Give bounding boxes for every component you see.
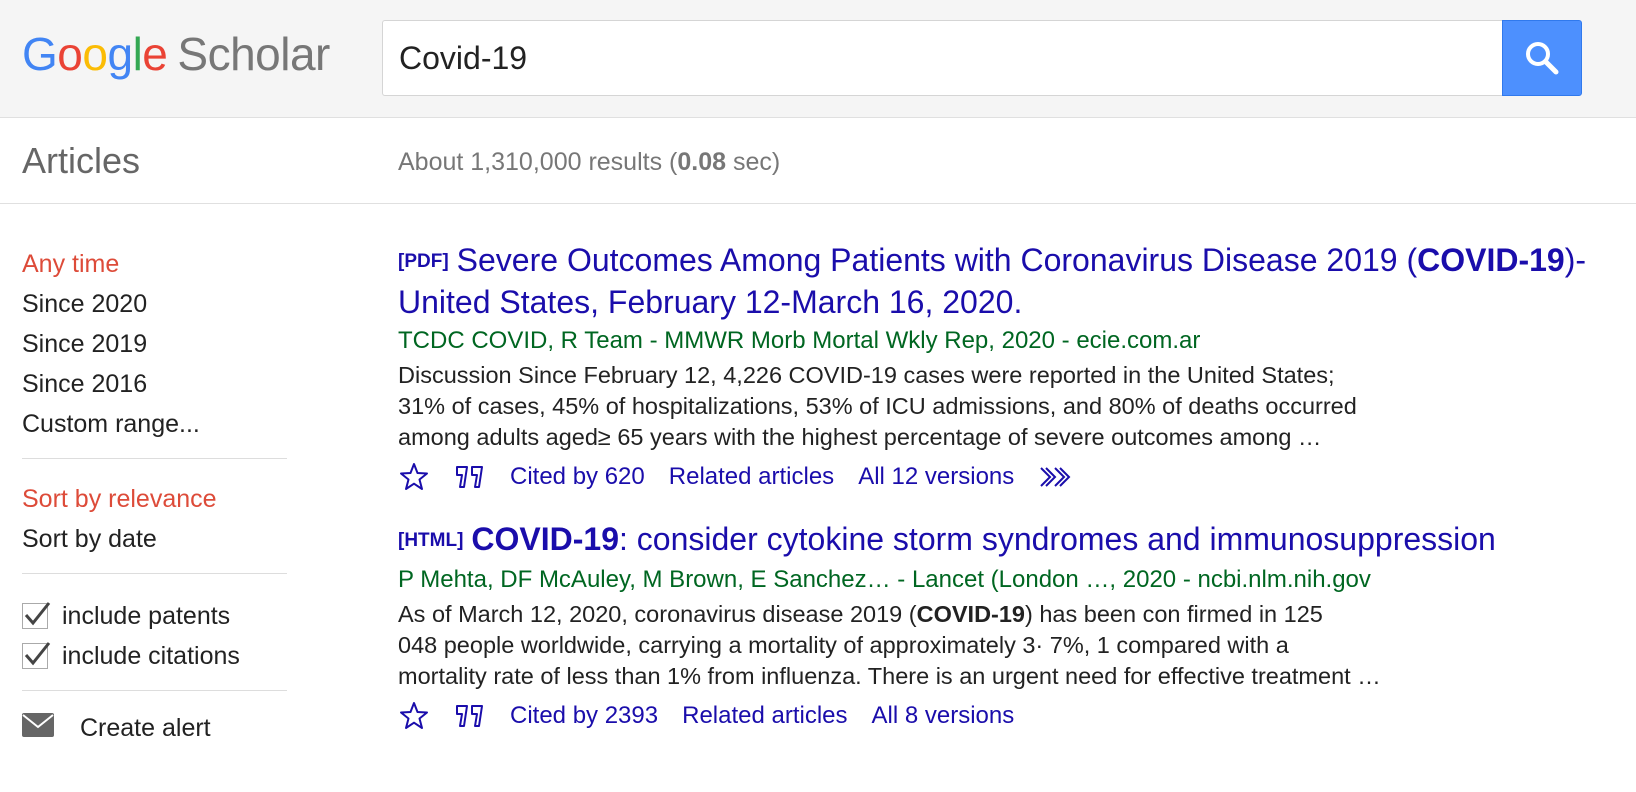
snippet-line: Discussion Since February 12, 4,226 COVI… xyxy=(398,362,1335,388)
results-time: 0.08 xyxy=(677,148,727,176)
save-star-button[interactable] xyxy=(398,700,430,732)
snippet-text: As of March 12, 2020, coronavirus diseas… xyxy=(398,601,917,627)
sort-by-date[interactable]: Sort by date xyxy=(22,519,287,559)
more-button[interactable] xyxy=(1038,465,1072,489)
result-authors-source: P Mehta, DF McAuley, M Brown, E Sanchez…… xyxy=(398,566,1371,593)
save-star-button[interactable] xyxy=(398,461,430,493)
star-icon xyxy=(400,463,428,490)
results-count-prefix: About 1,310,000 results ( xyxy=(398,148,678,176)
snippet-line: As of March 12, 2020, coronavirus diseas… xyxy=(398,599,1438,630)
cite-button[interactable] xyxy=(454,463,486,491)
result-type-tag[interactable]: [PDF] xyxy=(398,251,449,272)
logo-product-name: Scholar xyxy=(177,28,330,80)
result-snippet: As of March 12, 2020, coronavirus diseas… xyxy=(398,599,1438,692)
search-button[interactable] xyxy=(1502,20,1582,96)
result-authors-source: TCDC COVID, R Team - MMWR Morb Mortal Wk… xyxy=(398,327,1201,354)
checkbox-label: include citations xyxy=(62,642,240,670)
time-filter-group: Any time Since 2020 Since 2019 Since 201… xyxy=(22,204,287,459)
checkbox-label: include patents xyxy=(62,602,231,630)
logo-letter: e xyxy=(142,28,168,80)
create-alert-button[interactable]: Create alert xyxy=(22,713,287,744)
logo-letter: l xyxy=(132,28,143,80)
cite-button[interactable] xyxy=(454,702,486,730)
result-type-tag[interactable]: [HTML] xyxy=(398,530,463,551)
result-snippet: Discussion Since February 12, 4,226 COVI… xyxy=(398,360,1438,453)
cited-by-link[interactable]: Cited by 620 xyxy=(510,463,645,491)
results-count-suffix: sec) xyxy=(726,148,781,176)
related-articles-link[interactable]: Related articles xyxy=(682,702,847,730)
quote-icon xyxy=(456,466,483,488)
result-item: [HTML] COVID-19: consider cytokine storm … xyxy=(398,519,1618,734)
quote-icon xyxy=(456,705,483,727)
results-subbar: Articles About 1,310,000 results (0.08 s… xyxy=(0,118,1636,204)
checkmark-icon xyxy=(24,602,51,626)
logo-letter: o xyxy=(57,28,83,80)
result-title-link[interactable]: Severe Outcomes Among Patients with Coro… xyxy=(398,242,1586,320)
sidebar: Any time Since 2020 Since 2019 Since 201… xyxy=(22,204,287,744)
snippet-highlight: COVID-19 xyxy=(916,601,1025,627)
sort-by-relevance[interactable]: Sort by relevance xyxy=(22,479,287,519)
snippet-line: 31% of cases, 45% of hospitalizations, 5… xyxy=(398,393,1357,419)
title-highlight: COVID-19 xyxy=(471,521,620,557)
title-text: : consider cytokine storm syndromes and … xyxy=(619,521,1496,557)
filter-since-2020[interactable]: Since 2020 xyxy=(22,284,287,324)
logo-letter: o xyxy=(82,28,108,80)
result-actions: Cited by 620 Related articles All 12 ver… xyxy=(398,459,1618,495)
result-item: [PDF] Severe Outcomes Among Patients with… xyxy=(398,240,1618,495)
filter-custom-range[interactable]: Custom range... xyxy=(22,404,287,444)
search-bar xyxy=(382,20,1582,96)
title-text: Severe Outcomes Among Patients with Coro… xyxy=(456,242,1418,278)
include-patents-checkbox[interactable]: include patents xyxy=(22,596,287,636)
options-group: include patents include citations xyxy=(22,574,287,691)
search-input[interactable] xyxy=(382,20,1502,96)
results-count: About 1,310,000 results (0.08 sec) xyxy=(398,148,780,177)
all-versions-link[interactable]: All 12 versions xyxy=(858,463,1014,491)
mail-icon xyxy=(22,713,54,744)
result-title-link[interactable]: COVID-19: consider cytokine storm syndro… xyxy=(471,521,1495,557)
search-icon xyxy=(1526,42,1559,75)
logo-letter: g xyxy=(107,28,133,80)
google-scholar-logo[interactable]: Google Scholar xyxy=(22,28,330,80)
filter-since-2016[interactable]: Since 2016 xyxy=(22,364,287,404)
checkbox[interactable] xyxy=(22,642,51,669)
snippet-line: among adults aged≥ 65 years with the hig… xyxy=(398,424,1322,450)
header-bar: Google Scholar xyxy=(0,0,1636,118)
filter-since-2019[interactable]: Since 2019 xyxy=(22,324,287,364)
checkbox[interactable] xyxy=(22,602,51,629)
result-actions: Cited by 2393 Related articles All 8 ver… xyxy=(398,698,1618,734)
sort-group: Sort by relevance Sort by date xyxy=(22,459,287,574)
results-list: [PDF] Severe Outcomes Among Patients with… xyxy=(398,240,1618,758)
result-title: [PDF] Severe Outcomes Among Patients with… xyxy=(398,240,1618,322)
snippet-line: 048 people worldwide, carrying a mortali… xyxy=(398,632,1289,658)
snippet-line: mortality rate of less than 1% from infl… xyxy=(398,663,1381,689)
logo-letter: G xyxy=(22,28,58,80)
all-versions-link[interactable]: All 8 versions xyxy=(872,702,1015,730)
snippet-text: ) has been con firmed in 125 xyxy=(1025,601,1323,627)
checkmark-icon xyxy=(24,642,51,666)
result-title: [HTML] COVID-19: consider cytokine storm … xyxy=(398,519,1618,561)
more-icon xyxy=(1040,467,1071,487)
include-citations-checkbox[interactable]: include citations xyxy=(22,636,287,676)
cited-by-link[interactable]: Cited by 2393 xyxy=(510,702,658,730)
section-label: Articles xyxy=(22,140,141,181)
create-alert-label: Create alert xyxy=(80,714,211,742)
filter-any-time[interactable]: Any time xyxy=(22,244,287,284)
related-articles-link[interactable]: Related articles xyxy=(669,463,834,491)
title-highlight: COVID-19 xyxy=(1417,242,1565,278)
star-icon xyxy=(400,702,428,729)
